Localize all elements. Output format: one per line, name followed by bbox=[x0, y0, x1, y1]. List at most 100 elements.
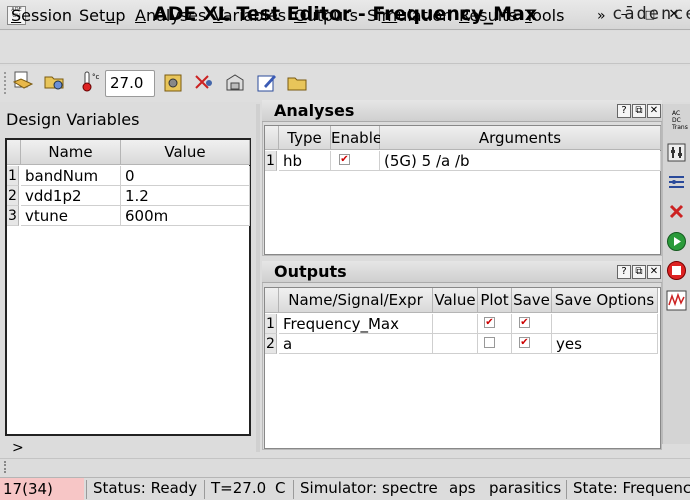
dv-cell-value[interactable]: 600m bbox=[121, 206, 250, 226]
menu-simulation[interactable]: Simulation bbox=[367, 6, 452, 25]
status-state: State: Frequenc bbox=[573, 479, 690, 497]
cut-icon[interactable] bbox=[192, 72, 214, 94]
dv-row-number[interactable]: 2 bbox=[7, 186, 19, 206]
tuning-icon[interactable] bbox=[666, 142, 687, 163]
design-variables-table: Name Value 1 bandNum 0 2 vdd1p2 1.2 3 vt… bbox=[5, 138, 251, 436]
outputs-cell-save-options[interactable]: yes bbox=[552, 334, 658, 354]
resize-grip[interactable] bbox=[4, 461, 10, 473]
netlist-icon[interactable] bbox=[666, 172, 687, 193]
open-session-icon[interactable] bbox=[12, 70, 34, 92]
status-parasitics: parasitics bbox=[489, 479, 562, 497]
variables-icon[interactable] bbox=[224, 72, 246, 94]
analysis-choice-icon[interactable]: AC DC Trans bbox=[665, 110, 689, 136]
outputs-cell-plot: ✔ bbox=[478, 314, 512, 334]
dv-header-value[interactable]: Value bbox=[121, 140, 250, 165]
menu-variables[interactable]: Variables bbox=[213, 6, 286, 25]
dv-cell-value[interactable]: 0 bbox=[121, 166, 250, 186]
enable-checkbox[interactable]: ✔ bbox=[339, 154, 350, 165]
dv-row-number[interactable]: 1 bbox=[7, 166, 19, 186]
plot-checkbox[interactable] bbox=[484, 337, 495, 348]
outputs-header-value[interactable]: Value bbox=[433, 288, 478, 313]
outputs-cell-value[interactable] bbox=[433, 334, 478, 354]
outputs-header-save-options[interactable]: Save Options bbox=[552, 288, 658, 313]
menu-tools[interactable]: Tools bbox=[525, 6, 564, 25]
analyses-header-arguments[interactable]: Arguments bbox=[380, 126, 661, 150]
analyses-close-button[interactable]: ✕ bbox=[647, 104, 661, 118]
trans-option: Trans bbox=[672, 124, 688, 131]
analyses-header-type[interactable]: Type bbox=[279, 126, 331, 150]
temperature-input[interactable]: 27.0 bbox=[105, 70, 155, 97]
command-prompt[interactable]: > bbox=[12, 440, 24, 456]
outputs-help-button[interactable]: ? bbox=[617, 265, 631, 279]
outputs-cell-value[interactable] bbox=[433, 314, 478, 334]
status-separator bbox=[86, 480, 87, 499]
ac-option: AC bbox=[672, 110, 681, 117]
dv-cell-name[interactable]: bandNum bbox=[21, 166, 121, 186]
cancel-icon[interactable] bbox=[666, 260, 687, 281]
analyses-float-button[interactable]: ⧉ bbox=[632, 104, 646, 118]
analyses-corner bbox=[265, 126, 279, 150]
panel-splitter[interactable] bbox=[256, 104, 260, 452]
plot-icon[interactable] bbox=[666, 290, 687, 311]
menu-session[interactable]: Session bbox=[11, 6, 72, 25]
analyses-header-enable[interactable]: Enable bbox=[331, 126, 382, 150]
menu-bar bbox=[0, 31, 690, 64]
outputs-cell-name[interactable]: Frequency_Max bbox=[279, 314, 433, 334]
dv-cell-name[interactable]: vdd1p2 bbox=[21, 186, 121, 206]
load-state-icon[interactable] bbox=[43, 70, 65, 92]
outputs-close-button[interactable]: ✕ bbox=[647, 265, 661, 279]
dv-header-name[interactable]: Name bbox=[21, 140, 121, 165]
run-icon[interactable] bbox=[666, 231, 687, 252]
toolbar bbox=[0, 66, 690, 102]
menu-setup[interactable]: Setup bbox=[79, 6, 126, 25]
dv-cell-name[interactable]: vtune bbox=[21, 206, 121, 226]
status-temperature: T=27.0 bbox=[211, 479, 267, 497]
analyses-cell-arguments[interactable]: (5G) 5 /a /b bbox=[380, 151, 661, 171]
folder-icon[interactable] bbox=[286, 72, 308, 94]
dv-cell-value[interactable]: 1.2 bbox=[121, 186, 250, 206]
outputs-cell-save: ✔ bbox=[512, 314, 552, 334]
horizontal-scrollbar[interactable] bbox=[0, 458, 690, 476]
save-checkbox[interactable]: ✔ bbox=[519, 337, 530, 348]
edit-icon[interactable] bbox=[256, 72, 278, 94]
outputs-corner bbox=[265, 288, 279, 313]
stop-icon[interactable] bbox=[666, 201, 687, 222]
analyses-help-button[interactable]: ? bbox=[617, 104, 631, 118]
outputs-float-button[interactable]: ⧉ bbox=[632, 265, 646, 279]
dv-row-number[interactable]: 3 bbox=[7, 206, 19, 226]
outputs-cell-save-options[interactable] bbox=[552, 314, 658, 334]
svg-text:°c: °c bbox=[92, 73, 100, 81]
dv-corner bbox=[7, 140, 21, 165]
status-separator bbox=[204, 480, 205, 499]
outputs-cell-save: ✔ bbox=[512, 334, 552, 354]
analyses-row-number[interactable]: 1 bbox=[265, 151, 277, 171]
menu-results[interactable]: Results bbox=[459, 6, 517, 25]
toolbar-grip[interactable] bbox=[4, 72, 10, 94]
analyses-cell-enable: ✔ bbox=[331, 151, 380, 171]
dc-option: DC bbox=[672, 117, 681, 124]
thermometer-icon: °c bbox=[80, 70, 102, 92]
outputs-header-save[interactable]: Save bbox=[512, 288, 552, 313]
analyses-cell-type[interactable]: hb bbox=[279, 151, 331, 171]
outputs-cell-name[interactable]: a bbox=[279, 334, 433, 354]
outputs-table: Name/Signal/Expr Value Plot Save Save Op… bbox=[264, 287, 661, 449]
status-count: 17(34) bbox=[0, 478, 84, 500]
analyses-table: Type Enable Arguments 1 hb ✔ (5G) 5 /a /… bbox=[264, 125, 661, 255]
outputs-row-number[interactable]: 1 bbox=[265, 314, 277, 334]
outputs-header-name[interactable]: Name/Signal/Expr bbox=[279, 288, 433, 313]
menu-overflow-button[interactable]: » bbox=[597, 8, 606, 24]
outputs-row-number[interactable]: 2 bbox=[265, 334, 277, 354]
menu-analyses[interactable]: Analyses bbox=[135, 6, 206, 25]
outputs-title: Outputs bbox=[262, 261, 662, 283]
status-simulator: Simulator: spectre bbox=[300, 479, 438, 497]
settings-icon[interactable] bbox=[162, 72, 184, 94]
cadence-logo: cādence bbox=[612, 4, 690, 24]
status-separator bbox=[293, 480, 294, 499]
menu-outputs[interactable]: Outputs bbox=[294, 6, 358, 25]
status-aps: aps bbox=[449, 479, 476, 497]
outputs-header-plot[interactable]: Plot bbox=[478, 288, 512, 313]
save-checkbox[interactable]: ✔ bbox=[519, 317, 530, 328]
analyses-title: Analyses bbox=[262, 100, 662, 122]
status-unit: C bbox=[275, 479, 286, 497]
plot-checkbox[interactable]: ✔ bbox=[484, 317, 495, 328]
